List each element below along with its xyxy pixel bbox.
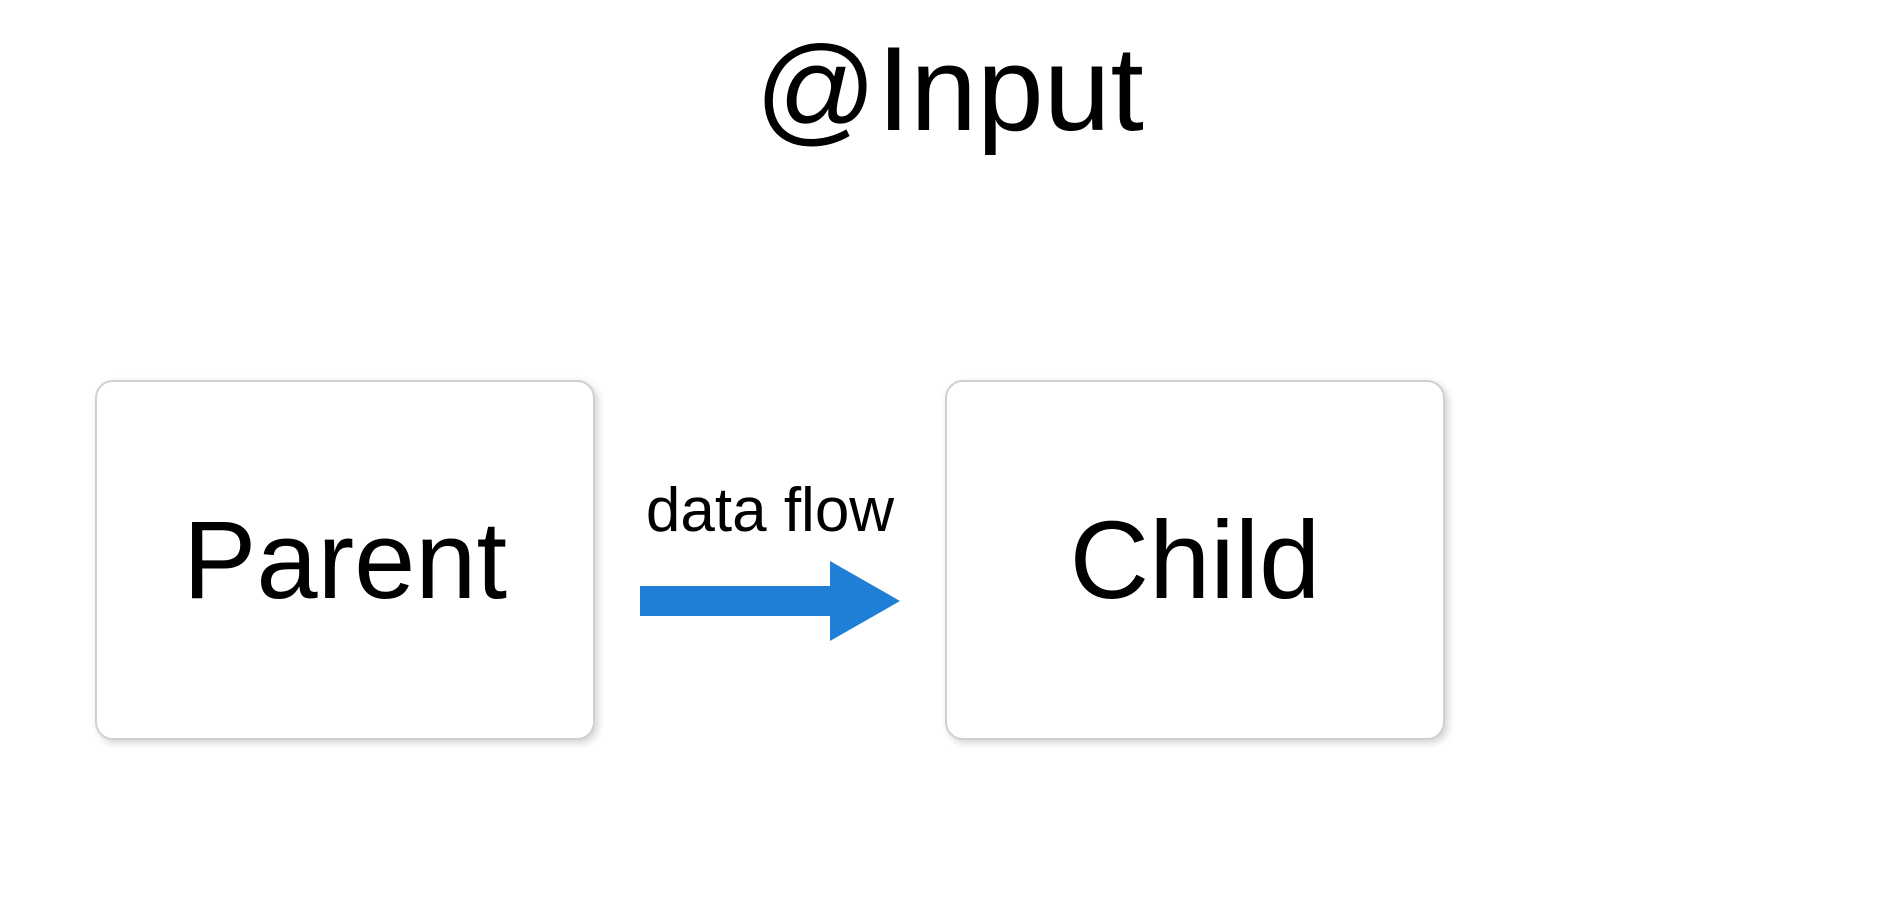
arrow-block: data flow [615,475,925,646]
arrow-right-icon [630,556,910,646]
child-node-label: Child [1070,497,1321,624]
parent-node-box: Parent [95,380,595,740]
parent-node-label: Parent [183,497,507,624]
child-node-box: Child [945,380,1445,740]
diagram-title: @Input [755,20,1144,158]
arrow-label: data flow [646,475,894,546]
diagram-row: Parent data flow Child [95,380,1445,740]
